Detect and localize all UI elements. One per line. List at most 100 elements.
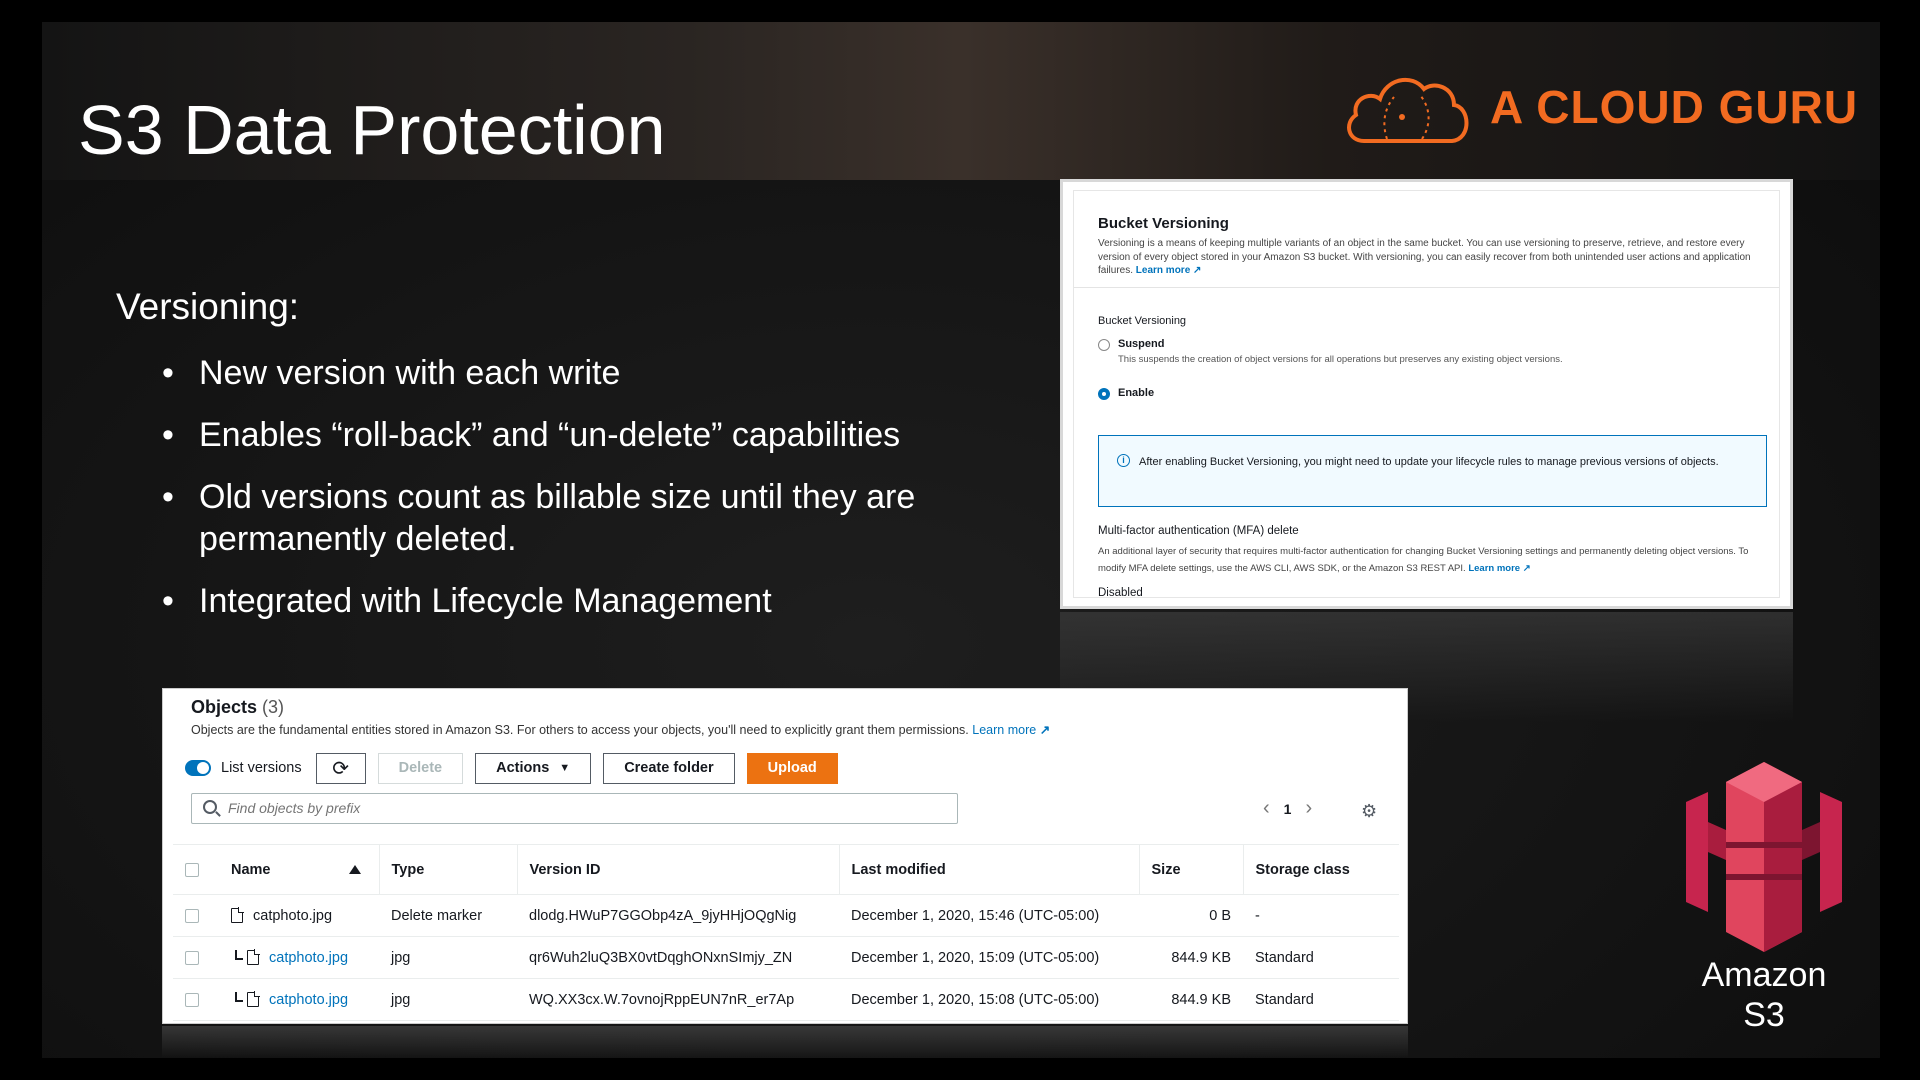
- name-cell: catphoto.jpg: [219, 936, 379, 979]
- s3-caption-line1: Amazon: [1701, 956, 1827, 994]
- gear-icon[interactable]: ⚙: [1361, 801, 1377, 822]
- actions-label: Actions: [496, 760, 550, 776]
- create-folder-button[interactable]: Create folder: [603, 752, 735, 784]
- row-select-cell: [173, 936, 219, 979]
- search-icon: [203, 800, 217, 814]
- suspend-option-description: This suspends the creation of object ver…: [1118, 354, 1563, 365]
- name-cell: catphoto.jpg: [219, 978, 379, 1021]
- delete-button[interactable]: Delete: [377, 752, 464, 784]
- bullet-item: Old versions count as billable size unti…: [162, 476, 1062, 560]
- mfa-description-text: An additional layer of security that req…: [1098, 546, 1749, 574]
- object-name: catphoto.jpg: [253, 907, 333, 924]
- amazon-s3-logo-icon: [1686, 762, 1842, 952]
- divider: [1074, 287, 1779, 288]
- enable-option-label: Enable: [1118, 387, 1155, 399]
- external-link-icon: ↗: [1522, 563, 1531, 574]
- caret-down-icon: ▼: [559, 762, 571, 774]
- row-checkbox[interactable]: [185, 950, 199, 965]
- objects-learn-more-link[interactable]: Learn more: [972, 723, 1036, 737]
- bucket-versioning-description: Versioning is a means of keeping multipl…: [1098, 237, 1768, 278]
- info-alert-text: After enabling Bucket Versioning, you mi…: [1139, 456, 1719, 468]
- s3-caption-line2: S3: [1743, 996, 1785, 1034]
- column-header-last-modified[interactable]: Last modified: [838, 844, 1139, 895]
- version-id-cell: qr6Wuh2luQ3BX0vtDqghONxnSImjy_ZN: [517, 936, 839, 979]
- size-cell: 844.9 KB: [1139, 978, 1243, 1021]
- bullet-list: New version with each write Enables “rol…: [162, 352, 1062, 642]
- table-row: catphoto.jpg jpg qr6Wuh2luQ3BX0vtDqghONx…: [173, 936, 1399, 979]
- select-all-cell: [173, 844, 219, 895]
- version-id-cell: WQ.XX3cx.W.7ovnojRppEUN7nR_er7Ap: [517, 978, 839, 1021]
- row-checkbox[interactable]: [185, 908, 199, 923]
- search-input[interactable]: [228, 794, 928, 822]
- suspend-option-label: Suspend: [1118, 338, 1165, 350]
- select-all-checkbox[interactable]: [185, 862, 199, 877]
- size-cell: 844.9 KB: [1139, 936, 1243, 979]
- mfa-delete-description: An additional layer of security that req…: [1098, 543, 1768, 577]
- mfa-delete-title: Multi-factor authentication (MFA) delete: [1098, 525, 1299, 537]
- last-modified-cell: December 1, 2020, 15:46 (UTC-05:00): [839, 894, 1139, 937]
- brand-logo: A CLOUD GURU: [1342, 62, 1858, 152]
- objects-title: Objects (3): [191, 697, 284, 718]
- file-icon: [231, 907, 244, 924]
- cloud-logo-icon: [1347, 78, 1469, 143]
- storage-class-cell: Standard: [1243, 978, 1399, 1021]
- learn-more-link[interactable]: Learn more: [1136, 265, 1190, 276]
- chevron-left-icon[interactable]: ‹: [1253, 797, 1280, 820]
- refresh-button[interactable]: ⟳: [315, 752, 366, 784]
- last-modified-cell: December 1, 2020, 15:08 (UTC-05:00): [839, 978, 1139, 1021]
- file-icon: [247, 949, 260, 966]
- table-row: catphoto.jpg Delete marker dlodg.HWuP7GG…: [173, 894, 1399, 937]
- bucket-versioning-title: Bucket Versioning: [1098, 215, 1229, 232]
- slide-title: S3 Data Protection: [78, 91, 666, 169]
- objects-description-text: Objects are the fundamental entities sto…: [191, 723, 969, 737]
- refresh-icon: ⟳: [332, 757, 349, 780]
- info-alert: i After enabling Bucket Versioning, you …: [1098, 435, 1767, 507]
- upload-button[interactable]: Upload: [746, 752, 838, 784]
- panel-reflection: [162, 1026, 1408, 1058]
- column-header-type[interactable]: Type: [378, 844, 517, 895]
- objects-title-text: Objects: [191, 697, 258, 717]
- amazon-s3-caption: Amazon S3: [1664, 955, 1864, 1035]
- objects-table: Name Type Version ID Last modified Size …: [173, 844, 1399, 1021]
- type-cell: jpg: [379, 936, 517, 979]
- version-branch-icon: [235, 991, 243, 1002]
- external-link-icon: ↗: [1039, 723, 1051, 737]
- bucket-versioning-card: Bucket Versioning Versioning is a means …: [1073, 190, 1780, 599]
- bullet-item: Integrated with Lifecycle Management: [162, 580, 1062, 622]
- column-header-name[interactable]: Name: [219, 844, 379, 895]
- table-row: catphoto.jpg jpg WQ.XX3cx.W.7ovnojRppEUN…: [173, 978, 1399, 1021]
- list-versions-toggle[interactable]: [185, 760, 211, 776]
- suspend-radio[interactable]: [1098, 339, 1110, 351]
- object-version-link[interactable]: catphoto.jpg: [269, 950, 348, 966]
- enable-radio[interactable]: [1098, 388, 1110, 400]
- storage-class-cell: -: [1243, 894, 1399, 937]
- type-cell: Delete marker: [379, 894, 517, 937]
- object-version-link[interactable]: catphoto.jpg: [269, 992, 348, 1008]
- brand-name: A CLOUD GURU: [1490, 81, 1859, 133]
- list-versions-label: List versions: [221, 760, 302, 776]
- bullet-item: New version with each write: [162, 352, 1062, 394]
- size-cell: 0 B: [1139, 894, 1243, 937]
- version-id-cell: dlodg.HWuP7GGObp4zA_9jyHHjOQgNig: [517, 894, 839, 937]
- objects-toolbar: List versions ⟳ Delete Actions ▼ Create …: [185, 751, 850, 785]
- actions-button[interactable]: Actions ▼: [475, 752, 592, 784]
- column-header-storage-class[interactable]: Storage class: [1242, 844, 1399, 895]
- chevron-right-icon[interactable]: ›: [1295, 797, 1322, 820]
- type-cell: jpg: [379, 978, 517, 1021]
- column-name-label: Name: [231, 861, 271, 878]
- objects-panel: Objects (3) Objects are the fundamental …: [162, 688, 1408, 1024]
- objects-count: (3): [262, 697, 285, 717]
- row-checkbox[interactable]: [185, 992, 199, 1007]
- column-header-version-id[interactable]: Version ID: [516, 844, 839, 895]
- mfa-learn-more-link[interactable]: Learn more: [1468, 563, 1520, 574]
- pagination: ‹ 1 ›: [1253, 797, 1322, 820]
- mfa-status: Disabled: [1098, 587, 1143, 599]
- column-header-size[interactable]: Size: [1138, 844, 1243, 895]
- name-cell: catphoto.jpg: [219, 894, 379, 937]
- external-link-icon: ↗: [1193, 265, 1202, 276]
- file-icon: [247, 991, 260, 1008]
- bucket-versioning-panel: Bucket Versioning Versioning is a means …: [1060, 179, 1793, 609]
- objects-description: Objects are the fundamental entities sto…: [191, 722, 1050, 737]
- last-modified-cell: December 1, 2020, 15:09 (UTC-05:00): [839, 936, 1139, 979]
- page-number[interactable]: 1: [1280, 801, 1296, 817]
